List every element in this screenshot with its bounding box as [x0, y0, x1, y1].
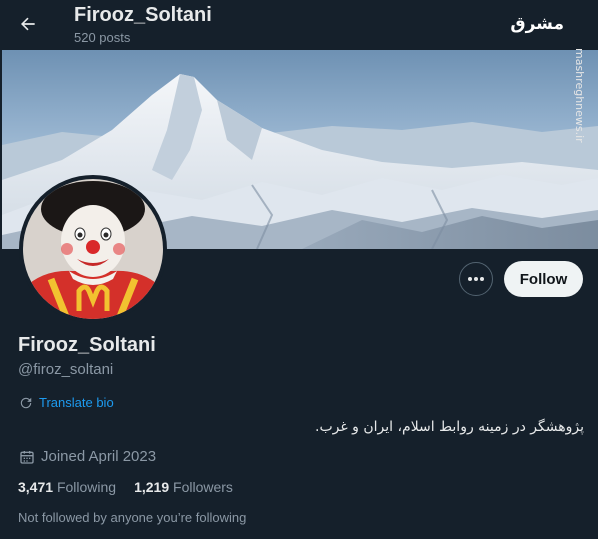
header-name: Firooz_Soltani — [74, 4, 212, 26]
followers-label: Followers — [173, 479, 233, 495]
watermark-english: mashreghnews.ir — [573, 48, 586, 143]
follow-stats: 3,471 Following 1,219 Followers — [18, 479, 233, 495]
follow-button[interactable]: Follow — [504, 261, 583, 297]
following-label: Following — [56, 479, 117, 495]
arrow-left-icon — [21, 17, 35, 31]
clown-avatar-image — [23, 179, 163, 319]
followers-count: 1,219 — [134, 479, 170, 495]
following-link[interactable]: 3,471 Following — [18, 479, 116, 495]
user-handle: @firoz_soltani — [18, 361, 114, 378]
display-name: Firooz_Soltani — [18, 334, 156, 356]
more-horizontal-icon — [468, 277, 484, 281]
avatar[interactable] — [19, 175, 167, 323]
watermark-persian: مشرق — [510, 14, 564, 34]
profile-bio: پژوهشگر در زمینه روابط اسلام، ایران و غر… — [315, 419, 584, 435]
following-count: 3,471 — [18, 479, 54, 495]
more-options-button[interactable] — [459, 262, 493, 296]
header-post-count: 520 posts — [74, 30, 131, 45]
followers-link[interactable]: 1,219 Followers — [134, 479, 233, 495]
calendar-icon — [20, 450, 34, 464]
back-button[interactable] — [10, 6, 46, 42]
not-followed-note: Not followed by anyone you’re following — [18, 510, 247, 525]
translate-bio-link[interactable]: Translate bio — [19, 395, 114, 410]
translate-icon — [20, 397, 32, 408]
joined-date: Joined April 2023 — [19, 448, 156, 465]
translate-bio-label: Translate bio — [39, 395, 114, 410]
joined-label: Joined April 2023 — [41, 448, 157, 465]
top-bar: Firooz_Soltani 520 posts — [0, 0, 598, 50]
